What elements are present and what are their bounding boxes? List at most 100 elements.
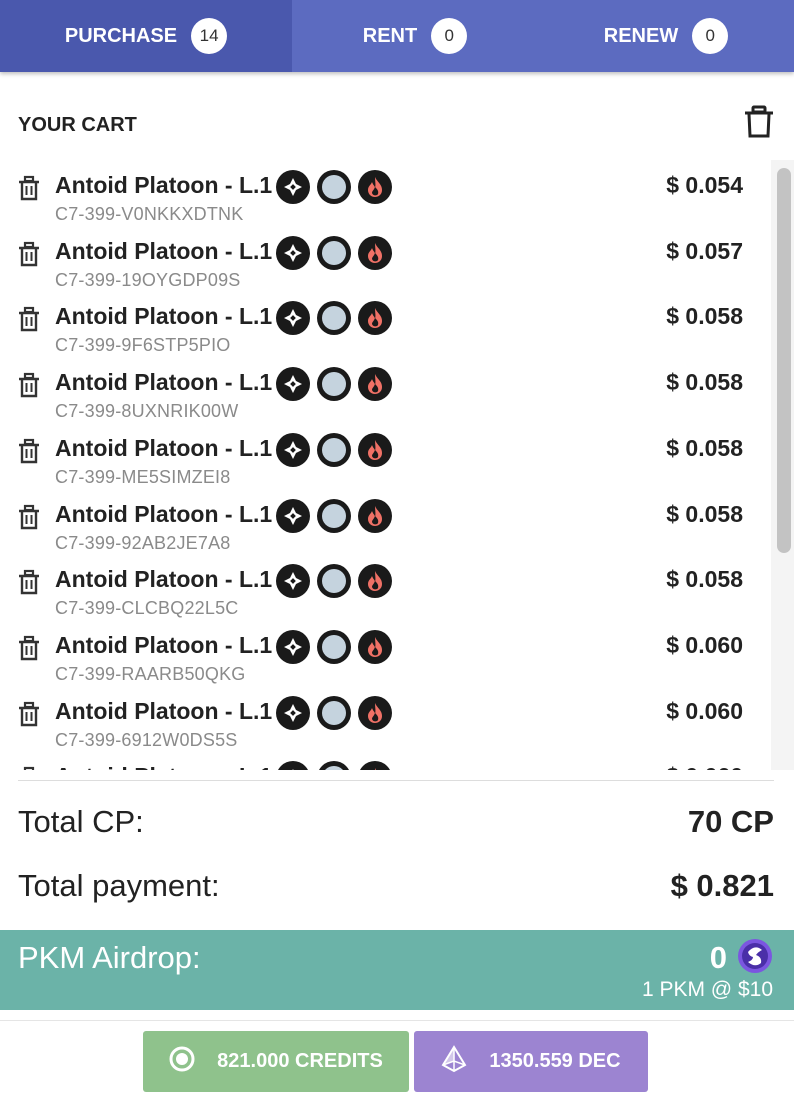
card-type-icon (276, 564, 310, 599)
cart-item-row: Antoid Platoon - L.1 C7-399-ME5SIMZEI8 $ 0… (0, 423, 770, 489)
fire-element-icon (358, 564, 392, 599)
cart-item-row: Antoid Platoon - L.1 C7-399-92AB2JE7A8 $ 0… (0, 489, 770, 555)
cart-item-row: Antoid Platoon - L.1 C7-399-8UXNRIK00W $ 0… (0, 357, 770, 423)
neutral-element-icon (317, 498, 351, 533)
tab-purchase[interactable]: PURCHASE 14 (0, 0, 292, 72)
remove-item-trash-icon[interactable] (16, 701, 42, 727)
card-attribute-icons (276, 235, 392, 270)
remove-item-trash-icon[interactable] (16, 766, 42, 770)
tab-bar: PURCHASE 14 RENT 0 RENEW 0 (0, 0, 794, 72)
remove-item-trash-icon[interactable] (16, 438, 42, 464)
card-name: Antoid Platoon - L.1 (55, 500, 273, 527)
neutral-element-icon (317, 761, 351, 770)
pkm-airdrop-rate: 1 PKM @ $10 (641, 978, 773, 1001)
card-price: $ 0.057 (666, 237, 743, 264)
card-id: C7-399-92AB2JE7A8 (55, 532, 231, 553)
card-name: Antoid Platoon - L.1 (55, 369, 273, 396)
card-id: C7-399-CLCBQ22L5C (55, 598, 239, 619)
pkm-airdrop-label: PKM Airdrop: (18, 940, 201, 975)
fire-element-icon (358, 301, 392, 336)
card-attribute-icons (276, 170, 392, 204)
card-id: C7-399-8UXNRIK00W (55, 401, 239, 422)
card-type-icon (276, 695, 310, 730)
neutral-element-icon (317, 432, 351, 467)
neutral-element-icon (317, 367, 351, 402)
fire-element-icon (358, 695, 392, 730)
credits-button-label: 821.000 CREDITS (217, 1050, 383, 1072)
total-cp-label: Total CP: (18, 804, 144, 839)
total-payment-label: Total payment: (18, 868, 220, 903)
cart-item-row: Antoid Platoon - L.1 C7-399-CLCBQ22L5C $ 0… (0, 554, 770, 620)
card-attribute-icons (276, 432, 392, 467)
card-name: Antoid Platoon - L.1 (55, 763, 272, 770)
remove-item-trash-icon[interactable] (16, 504, 42, 530)
remove-item-trash-icon[interactable] (16, 635, 42, 661)
credits-icon (169, 1046, 195, 1078)
card-attribute-icons (276, 367, 392, 402)
card-price: $ 0.060 (666, 763, 743, 770)
remove-item-trash-icon[interactable] (16, 569, 42, 595)
tab-rent[interactable]: RENT 0 (292, 0, 538, 72)
card-type-icon (276, 498, 310, 533)
remove-item-trash-icon[interactable] (16, 372, 42, 398)
cart-item-row: Antoid Platoon - L.1 C7-399-6912W0DS5S $ 0… (0, 686, 770, 752)
card-attribute-icons (276, 629, 392, 664)
card-name: Antoid Platoon - L.1 (55, 172, 273, 198)
divider (18, 780, 774, 781)
fire-element-icon (358, 235, 392, 270)
card-attribute-icons (276, 761, 392, 770)
card-type-icon (276, 301, 310, 336)
neutral-element-icon (317, 301, 351, 336)
card-name: Antoid Platoon - L.1 (55, 303, 273, 330)
footer-divider (0, 1020, 794, 1021)
neutral-element-icon (317, 629, 351, 664)
tab-rent-count-badge: 0 (431, 18, 468, 54)
card-name: Antoid Platoon - L.1 (55, 566, 273, 593)
dec-button-label: 1350.559 DEC (489, 1050, 621, 1072)
card-type-icon (276, 170, 310, 204)
total-cp-value: 70 CP (687, 804, 774, 839)
fire-element-icon (358, 367, 392, 402)
card-name: Antoid Platoon - L.1 (55, 237, 273, 264)
fire-element-icon (358, 761, 392, 770)
total-cp-row: Total CP: 70 CP (18, 804, 774, 840)
fire-element-icon (358, 170, 392, 204)
tab-purchase-label: PURCHASE (64, 24, 178, 47)
pay-with-credits-button[interactable]: 821.000 CREDITS (143, 1031, 409, 1092)
tab-rent-label: RENT (362, 24, 418, 47)
dec-crystal-icon (441, 1044, 467, 1079)
fire-element-icon (358, 629, 392, 664)
card-price: $ 0.060 (666, 697, 743, 724)
neutral-element-icon (317, 170, 351, 204)
card-price: $ 0.058 (666, 369, 743, 396)
card-type-icon (276, 235, 310, 270)
card-id: C7-399-9F6STP5PIO (55, 335, 231, 356)
card-name: Antoid Platoon - L.1 (55, 631, 273, 658)
tab-renew-label: RENEW (603, 24, 679, 47)
cart-item-row: Antoid Platoon - L.1 $ 0.060 (0, 751, 770, 770)
remove-item-trash-icon[interactable] (16, 306, 42, 332)
cart-title: YOUR CART (18, 114, 137, 136)
card-id: C7-399-6912W0DS5S (55, 729, 238, 750)
cart-item-row: Antoid Platoon - L.1 C7-399-V0NKKXDTNK $ 0… (0, 160, 770, 226)
neutral-element-icon (317, 564, 351, 599)
card-type-icon (276, 432, 310, 467)
card-name: Antoid Platoon - L.1 (55, 434, 273, 461)
card-attribute-icons (276, 564, 392, 599)
pkm-token-icon (737, 938, 773, 974)
card-attribute-icons (276, 695, 392, 730)
total-payment-row: Total payment: $ 0.821 (18, 868, 774, 904)
card-price: $ 0.058 (666, 434, 743, 461)
card-price: $ 0.054 (666, 172, 743, 198)
card-id: C7-399-V0NKKXDTNK (55, 204, 244, 224)
cart-scrollbar-thumb[interactable] (777, 168, 791, 553)
remove-item-trash-icon[interactable] (16, 175, 42, 201)
remove-item-trash-icon[interactable] (16, 241, 42, 267)
card-id: C7-399-19OYGDP09S (55, 269, 241, 290)
pkm-airdrop-value: 0 (709, 940, 727, 975)
tab-renew[interactable]: RENEW 0 (538, 0, 794, 72)
clear-cart-trash-icon[interactable] (742, 105, 776, 139)
fire-element-icon (358, 498, 392, 533)
pkm-airdrop-panel: PKM Airdrop: 0 1 PKM @ $10 (0, 930, 794, 1010)
pay-with-dec-button[interactable]: 1350.559 DEC (414, 1031, 648, 1092)
